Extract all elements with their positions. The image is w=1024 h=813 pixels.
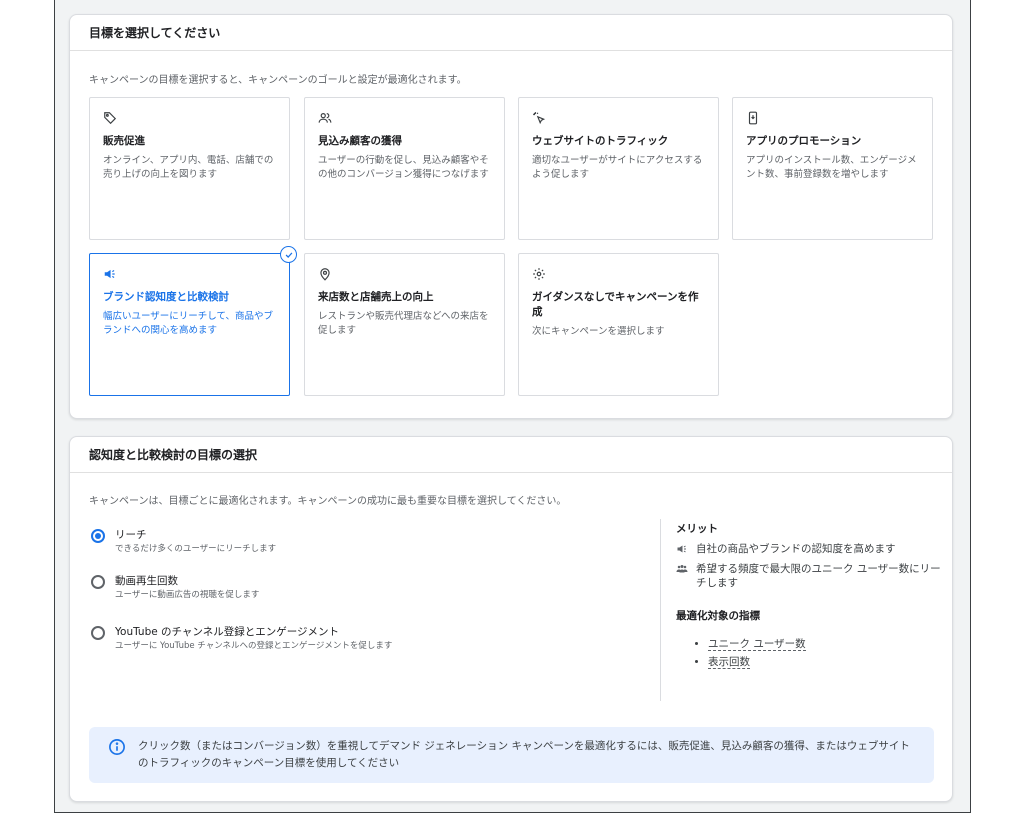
benefit-text: 希望する頻度で最大限のユニーク ユーザー数にリーチします (696, 563, 941, 589)
info-icon (109, 739, 125, 755)
benefit-item: 自社の商品やブランドの認知度を高めます (676, 542, 946, 556)
subgoal-description: キャンペーンは、目標ごとに最適化されます。キャンペーンの成功に最も重要な目標を選… (89, 496, 567, 507)
goal-description: ユーザーの行動を促し、見込み顧客やその他のコンバージョン獲得につなげます (318, 155, 489, 180)
radio-button[interactable] (91, 529, 105, 543)
benefit-item: 希望する頻度で最大限のユニーク ユーザー数にリーチします (676, 562, 946, 590)
radio-option-reach[interactable]: リーチ できるだけ多くのユーザーにリーチします (91, 528, 276, 555)
goal-card-no-guidance[interactable]: ガイダンスなしでキャンペーンを作成 次にキャンペーンを選択します (518, 253, 719, 396)
info-text: クリック数（またはコンバージョン数）を重視してデマンド ジェネレーション キャン… (138, 740, 910, 769)
benefit-text: 自社の商品やブランドの認知度を高めます (696, 543, 896, 555)
goal-title: ブランド認知度と比較検討 (103, 291, 229, 303)
goal-card-brand-awareness[interactable]: ブランド認知度と比較検討 幅広いユーザーにリーチして、商品やブランドへの関心を高… (89, 246, 297, 396)
radio-option-youtube-engagement[interactable]: YouTube のチャンネル登録とエンゲージメント ユーザーに YouTube … (91, 625, 392, 652)
goal-title: ウェブサイトのトラフィック (532, 135, 669, 147)
metrics-title: 最適化対象の指標 (676, 610, 760, 622)
radio-button[interactable] (91, 626, 105, 640)
objective-card: 目標を選択してください キャンペーンの目標を選択すると、キャンペーンのゴールと設… (69, 14, 953, 419)
goal-description: 適切なユーザーがサイトにアクセスするよう促します (532, 155, 703, 180)
goal-description: オンライン、アプリ内、電話、店舗での売り上げの向上を図ります (103, 155, 274, 180)
metric-label[interactable]: 表示回数 (708, 656, 750, 669)
metric-item[interactable]: ユニーク ユーザー数 (708, 635, 946, 653)
benefits-title: メリット (676, 523, 718, 535)
subgoal-card-title: 認知度と比較検討の目標の選択 (70, 437, 952, 473)
goal-description: 次にキャンペーンを選択します (532, 326, 665, 337)
radio-sublabel: ユーザーに動画広告の視聴を促します (115, 590, 260, 600)
radio-sublabel: できるだけ多くのユーザーにリーチします (115, 544, 277, 554)
metrics-list: ユニーク ユーザー数 表示回数 (676, 635, 946, 671)
radio-option-video-views[interactable]: 動画再生回数 ユーザーに動画広告の視聴を促します (91, 574, 259, 601)
goal-description: 幅広いユーザーにリーチして、商品やブランドへの関心を高めます (103, 311, 274, 336)
goal-title: アプリのプロモーション (746, 135, 862, 147)
metric-label[interactable]: ユニーク ユーザー数 (708, 638, 806, 651)
people-icon (318, 108, 491, 128)
metric-item[interactable]: 表示回数 (708, 653, 946, 671)
goal-title: ガイダンスなしでキャンペーンを作成 (532, 291, 699, 318)
gear-icon (532, 264, 705, 284)
location-pin-icon (318, 264, 491, 284)
objective-description: キャンペーンの目標を選択すると、キャンペーンのゴールと設定が最適化されます。 (89, 75, 467, 86)
objective-card-title: 目標を選択してください (70, 15, 952, 51)
cursor-click-icon (532, 108, 705, 128)
selected-check-icon (280, 246, 297, 263)
goal-card-app-promotion[interactable]: アプリのプロモーション アプリのインストール数、エンゲージメント数、事前登録数を… (732, 97, 933, 240)
goal-title: 見込み顧客の獲得 (318, 135, 402, 147)
goal-card-leads[interactable]: 見込み顧客の獲得 ユーザーの行動を促し、見込み顧客やその他のコンバージョン獲得に… (304, 97, 505, 240)
radio-sublabel: ユーザーに YouTube チャンネルへの登録とエンゲージメントを促します (115, 641, 393, 651)
group-icon (676, 565, 688, 573)
megaphone-icon (677, 545, 686, 553)
goal-description: レストランや販売代理店などへの来店を促します (318, 311, 489, 336)
radio-button[interactable] (91, 575, 105, 589)
mobile-app-icon (746, 108, 919, 128)
goal-description: アプリのインストール数、エンゲージメント数、事前登録数を増やします (746, 155, 917, 180)
radio-label: YouTube のチャンネル登録とエンゲージメント (115, 626, 340, 638)
radio-label: リーチ (115, 529, 147, 541)
radio-label: 動画再生回数 (115, 575, 178, 587)
goal-card-store-visits[interactable]: 来店数と店舗売上の向上 レストランや販売代理店などへの来店を促します (304, 253, 505, 396)
goal-card-website-traffic[interactable]: ウェブサイトのトラフィック 適切なユーザーがサイトにアクセスするよう促します (518, 97, 719, 240)
goal-title: 来店数と店舗売上の向上 (318, 291, 434, 303)
megaphone-icon (103, 264, 276, 284)
subgoal-card: 認知度と比較検討の目標の選択 キャンペーンは、目標ごとに最適化されます。キャンペ… (69, 436, 953, 802)
content-frame: 目標を選択してください キャンペーンの目標を選択すると、キャンペーンのゴールと設… (54, 0, 971, 813)
goal-card-sales[interactable]: 販売促進 オンライン、アプリ内、電話、店舗での売り上げの向上を図ります (89, 97, 290, 240)
benefits-panel: メリット 自社の商品やブランドの認知度を高めます 希望する頻度で最大限のユニーク… (676, 521, 946, 671)
info-banner: クリック数（またはコンバージョン数）を重視してデマンド ジェネレーション キャン… (89, 727, 934, 783)
goal-title: 販売促進 (103, 135, 145, 147)
tag-icon (103, 108, 276, 128)
vertical-divider (660, 519, 661, 701)
